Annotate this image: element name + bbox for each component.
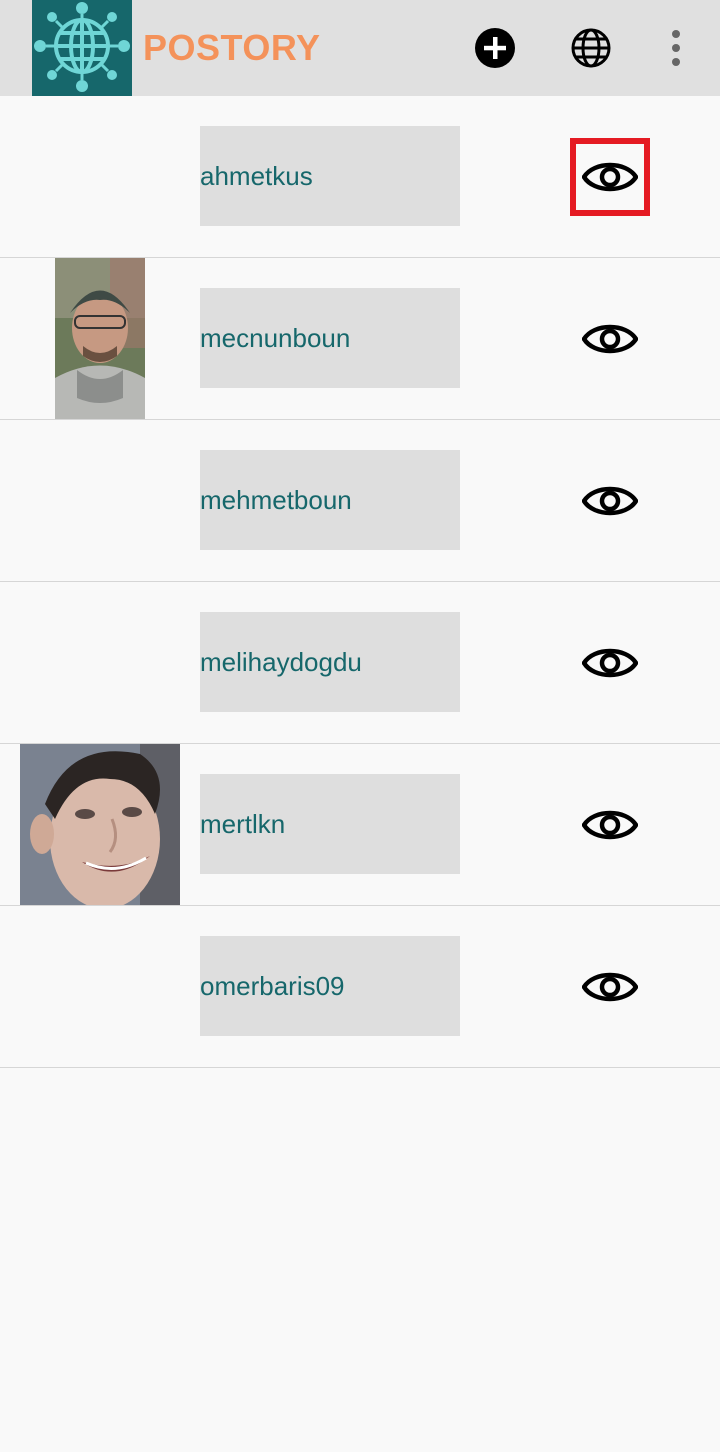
avatar [20, 420, 180, 581]
username-text: mertlkn [200, 808, 286, 839]
avatar [20, 744, 180, 905]
app-title: POSTORY [143, 27, 321, 68]
add-post-button[interactable] [471, 24, 519, 72]
more-vertical-icon [672, 30, 680, 66]
list-item[interactable]: ahmetkus [0, 96, 720, 258]
username-text: melihaydogdu [200, 646, 362, 677]
app-screen: POSTORY ahmetkus mecnunboun mehmetboun m… [0, 0, 720, 1452]
list-item[interactable]: omerbaris09 [0, 906, 720, 1068]
username-label[interactable]: mertlkn [200, 774, 460, 874]
eye-icon [582, 810, 638, 840]
username-label[interactable]: melihaydogdu [200, 612, 460, 712]
explore-button[interactable] [567, 24, 615, 72]
list-item[interactable]: mertlkn [0, 744, 720, 906]
overflow-menu-button[interactable] [652, 24, 700, 72]
user-list: ahmetkus mecnunboun mehmetboun melihaydo… [0, 96, 720, 1068]
view-profile-button[interactable] [570, 948, 650, 1026]
globe-icon [571, 28, 611, 68]
username-text: omerbaris09 [200, 970, 345, 1001]
list-item[interactable]: mecnunboun [0, 258, 720, 420]
username-text: mehmetboun [200, 484, 352, 515]
add-circle-icon [475, 28, 515, 68]
view-profile-button[interactable] [570, 624, 650, 702]
username-label[interactable]: omerbaris09 [200, 936, 460, 1036]
globe-network-logo [34, 2, 130, 92]
username-label[interactable]: mecnunboun [200, 288, 460, 388]
view-profile-button[interactable] [570, 786, 650, 864]
username-label[interactable]: ahmetkus [200, 126, 460, 226]
eye-icon [582, 486, 638, 516]
avatar [20, 906, 180, 1067]
top-app-bar: POSTORY [0, 0, 720, 96]
view-profile-button[interactable] [570, 462, 650, 540]
avatar [20, 96, 180, 257]
avatar [20, 258, 180, 419]
eye-icon [582, 648, 638, 678]
view-profile-button[interactable] [570, 300, 650, 378]
eye-icon [582, 972, 638, 1002]
user-photo [55, 258, 145, 419]
username-label[interactable]: mehmetboun [200, 450, 460, 550]
username-text: ahmetkus [200, 160, 313, 191]
list-item[interactable]: mehmetboun [0, 420, 720, 582]
eye-icon [582, 162, 638, 192]
user-photo [20, 744, 180, 905]
app-logo [32, 0, 132, 96]
username-text: mecnunboun [200, 322, 351, 353]
eye-icon [582, 324, 638, 354]
avatar [20, 582, 180, 743]
view-profile-button[interactable] [570, 138, 650, 216]
list-item[interactable]: melihaydogdu [0, 582, 720, 744]
